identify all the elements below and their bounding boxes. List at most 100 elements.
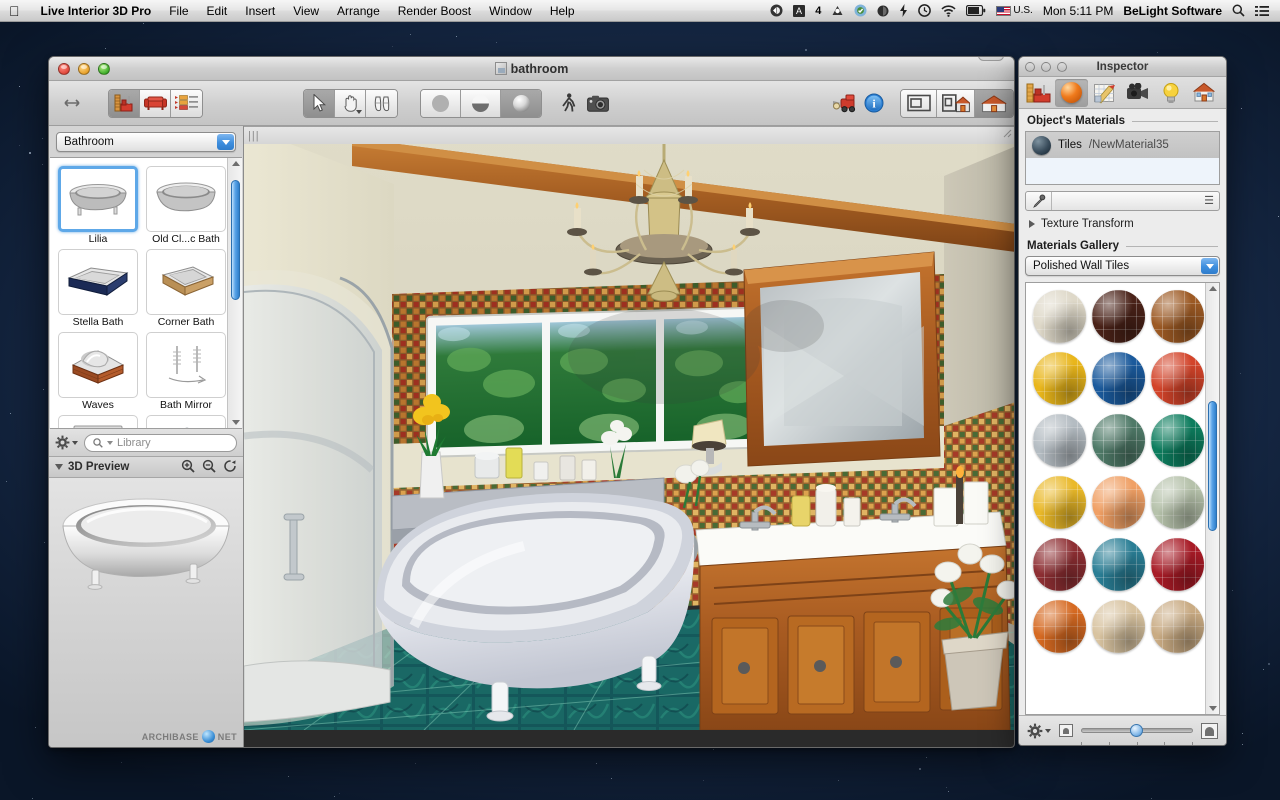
library-item-bath-mirror[interactable]: Bath Mirror [146,332,226,411]
material-row-selected[interactable]: Tiles /NewMaterial35 [1026,132,1219,158]
alfred-icon[interactable]: A [788,4,810,17]
swatch-peach[interactable] [1092,476,1145,529]
library-item-old-classic-bath[interactable]: Old Cl...c Bath [146,166,226,245]
library-item-stella-bath[interactable]: Stella Bath [58,249,138,328]
slider-knob[interactable] [1130,724,1144,737]
search-icon[interactable] [1227,4,1250,17]
wifi-icon[interactable] [936,4,961,17]
texture-transform-disclosure[interactable]: Texture Transform [1019,211,1226,234]
library-item-shower-curtain[interactable]: Shower Curtain [58,415,138,428]
menu-item-edit[interactable]: Edit [198,0,237,22]
spaces-count[interactable]: 4 [810,0,826,22]
tab-material[interactable] [1055,78,1088,107]
dropbox-icon[interactable] [765,4,788,17]
swatch-teal[interactable] [1092,538,1145,591]
search-input[interactable]: Library [84,433,237,452]
tab-building[interactable] [1187,79,1220,107]
disclosure-triangle-icon[interactable] [55,464,63,470]
scroll-down-arrow[interactable] [1209,706,1217,711]
view-2d-button[interactable] [901,89,937,117]
swatch-emerald[interactable] [1151,414,1204,467]
swatch-blue[interactable] [1092,352,1145,405]
swatch-crimson[interactable] [1151,538,1204,591]
shield-icon[interactable] [872,5,894,17]
menu-app-name[interactable]: Live Interior 3D Pro [32,0,161,22]
list-mode-button[interactable] [171,89,202,117]
small-thumbnail-icon[interactable] [1059,724,1073,737]
tab-camera[interactable] [1121,79,1154,107]
render-boost-button[interactable] [830,89,859,117]
swatch-sage-green[interactable] [1092,414,1145,467]
swatch-yellow[interactable] [1033,352,1086,405]
user-name[interactable]: BeLight Software [1118,0,1227,22]
swatch-maroon[interactable] [1033,538,1086,591]
input-locale-flag[interactable]: U.S. [991,0,1037,22]
gear-icon[interactable] [55,435,78,450]
scroll-up-arrow[interactable] [232,161,240,166]
menu-item-window[interactable]: Window [480,0,541,22]
view-3d-button[interactable] [975,89,1013,117]
select-tool[interactable] [304,89,335,117]
menu-item-arrange[interactable]: Arrange [328,0,389,22]
walk-tool[interactable] [366,89,397,117]
swatch-dark-brown[interactable] [1092,290,1145,343]
library-item-corner-bath[interactable]: Corner Bath [146,249,226,328]
tab-light[interactable] [1154,79,1187,107]
large-thumbnail-icon[interactable] [1201,722,1218,739]
library-item-waves[interactable]: Waves [58,332,138,411]
swatch-tan-grid[interactable] [1151,600,1204,653]
disclosure-triangle-icon[interactable] [1029,220,1035,228]
timemachine-icon[interactable] [913,4,936,17]
pan-tool[interactable] [335,89,366,117]
menu-item-render-boost[interactable]: Render Boost [389,0,480,22]
bolt-icon[interactable] [894,4,913,17]
render-flat-button[interactable] [421,89,461,117]
eyedropper-icon[interactable] [1026,192,1052,210]
library-item-shower-classic[interactable]: Show...Classic [146,415,226,428]
apple-icon[interactable]:  [9,4,20,18]
tab-edit[interactable] [1088,79,1121,107]
menu-item-help[interactable]: Help [541,0,584,22]
viewport-3d[interactable]: ||| [244,126,1014,747]
swatch-light-gray[interactable] [1033,414,1086,467]
swatch-orange[interactable] [1033,600,1086,653]
resize-corner-icon[interactable] [1000,126,1012,143]
window-resize-pill[interactable] [978,57,1004,61]
sidebar-toggle[interactable] [57,89,86,117]
google-drive-icon[interactable] [826,5,849,17]
gear-icon[interactable] [1027,723,1051,739]
library-item-lilia[interactable]: Lilia [58,166,138,245]
notification-center-icon[interactable] [1250,5,1274,17]
menu-item-insert[interactable]: Insert [236,0,284,22]
swatch-wood-brown[interactable] [1151,290,1204,343]
status-grip-handle[interactable]: ||| [248,130,260,142]
tab-object[interactable] [1022,79,1055,107]
preview-3d-area[interactable]: ARCHIBASE NET [49,478,243,747]
library-scrollbar[interactable] [227,158,242,428]
menu-item-view[interactable]: View [284,0,328,22]
scroll-down-arrow[interactable] [232,420,240,425]
menu-item-file[interactable]: File [160,0,197,22]
zoom-out-icon[interactable] [202,459,216,476]
building-mode-button[interactable] [109,89,140,117]
library-scroll-thumb[interactable] [231,180,240,300]
gallery-category-dropdown[interactable]: Polished Wall Tiles [1025,256,1220,276]
zoom-in-icon[interactable] [181,459,195,476]
view-split-button[interactable] [937,89,975,117]
swatch-pale-green[interactable] [1151,476,1204,529]
gallery-scrollbar[interactable] [1205,283,1219,714]
inspector-title-bar[interactable]: Inspector [1019,57,1226,77]
rendered-scene[interactable] [244,126,1014,747]
list-menu-icon[interactable]: ☰ [1204,195,1219,207]
furniture-mode-button[interactable] [140,89,171,117]
library-category-dropdown[interactable]: Bathroom [56,132,236,152]
info-button[interactable]: i [859,89,888,117]
window-title-bar[interactable]: bathroom [49,57,1014,81]
thumbnail-size-slider[interactable] [1081,724,1193,745]
render-realistic-button[interactable] [501,89,541,117]
snapshot-button[interactable] [583,89,612,117]
battery-icon[interactable] [961,5,991,16]
swatch-white-grid[interactable] [1033,290,1086,343]
app-status-icon[interactable] [849,4,872,17]
swatch-beige-grid[interactable] [1092,600,1145,653]
